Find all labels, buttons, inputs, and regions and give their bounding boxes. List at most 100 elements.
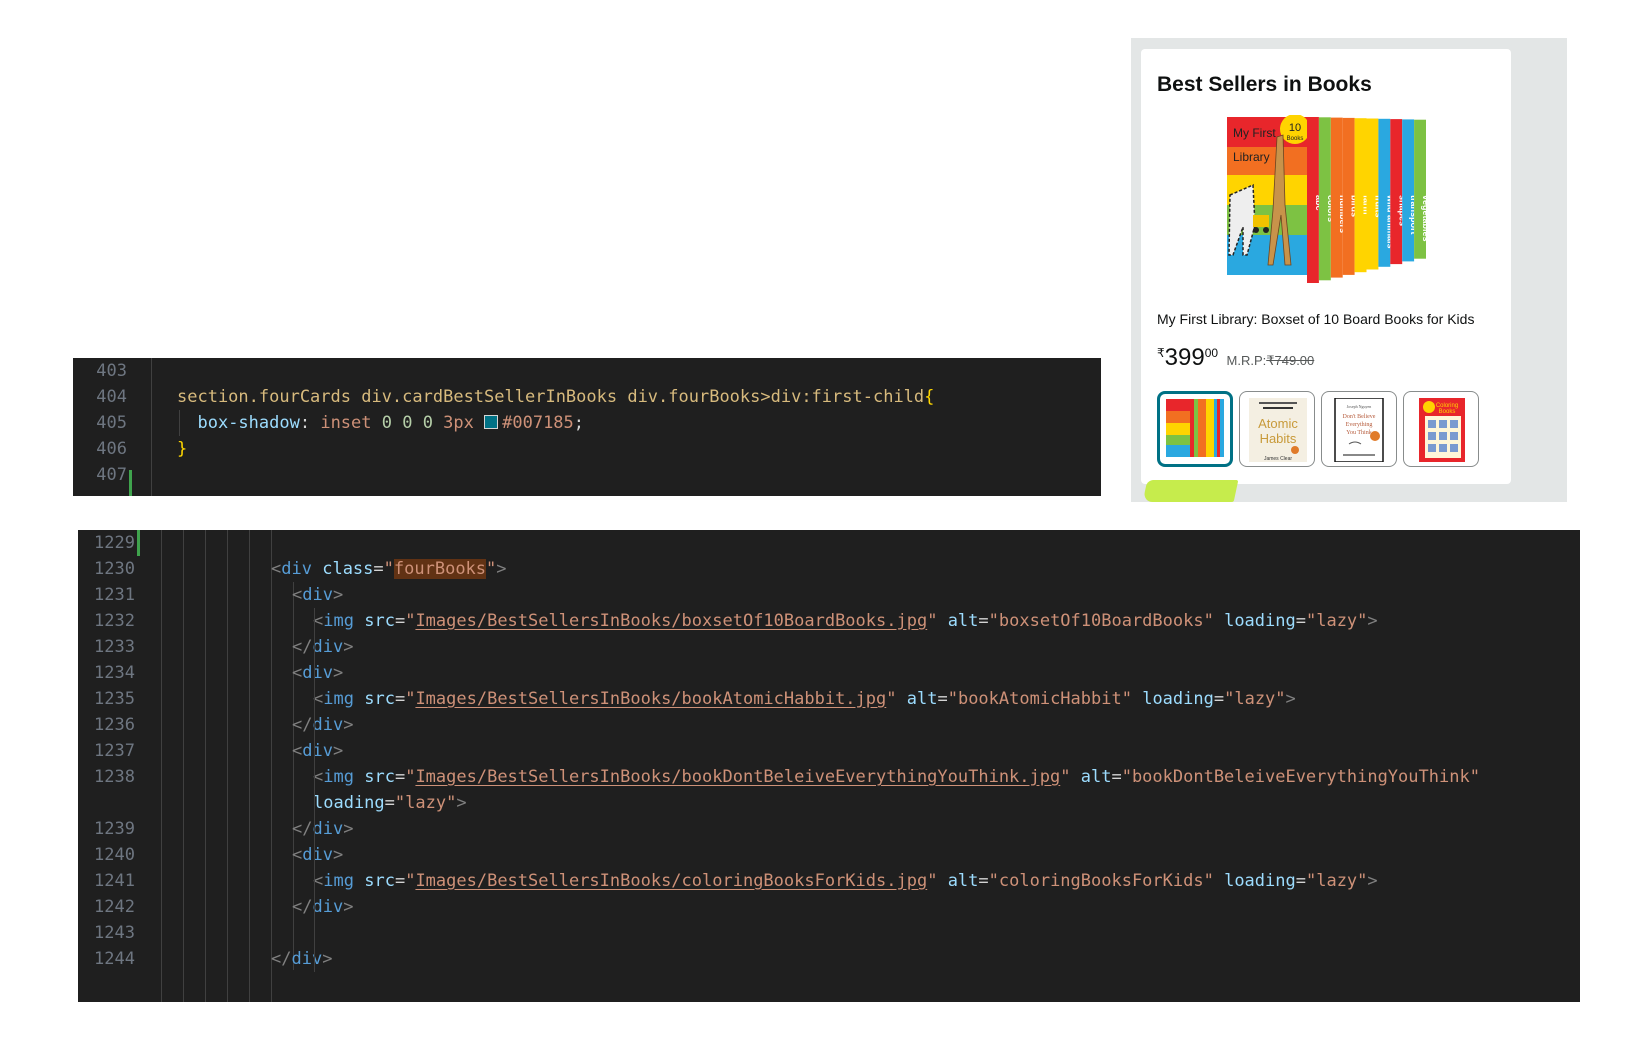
color-swatch[interactable]: [484, 414, 499, 429]
thumbnail-coloring-books-for-kids[interactable]: Coloring Books: [1403, 391, 1479, 467]
mrp: M.R.P:₹749.00: [1227, 353, 1315, 368]
line-number: 403: [96, 361, 127, 381]
code-token: =: [1111, 767, 1122, 787]
line-number: 1231: [94, 585, 135, 605]
code-token: 0 0 0: [381, 413, 444, 433]
spine-label: vegetables: [1421, 195, 1430, 242]
code-line: 403: [73, 358, 1101, 385]
code-token: =: [978, 611, 989, 631]
code-token: =: [373, 559, 384, 579]
highlighter-annotation: [1142, 480, 1239, 502]
code-text: </div>: [292, 816, 353, 843]
dont-believe-thumbnail-image: Joseph Nguyen Don't Believe Everything Y…: [1334, 398, 1384, 462]
thumbnail-dont-believe-everything-you-think[interactable]: Joseph Nguyen Don't Believe Everything Y…: [1321, 391, 1397, 467]
code-token: =: [394, 611, 406, 631]
line-number: 1238: [94, 767, 135, 787]
line-number: 1241: [94, 871, 135, 891]
svg-text:Everything: Everything: [1346, 422, 1373, 428]
code-text: loading="lazy">: [313, 790, 467, 817]
code-token: "lazy": [1224, 689, 1286, 709]
code-line: 1236 </div>: [78, 712, 1580, 739]
code-token: div: [302, 741, 333, 761]
code-token: div: [281, 559, 312, 579]
code-token: ": [405, 689, 416, 709]
code-token: >: [343, 637, 354, 657]
code-token: =: [394, 767, 406, 787]
code-token: </: [271, 949, 292, 969]
code-token: }: [177, 439, 188, 459]
line-number: 1234: [94, 663, 135, 683]
code-token: src: [364, 767, 395, 787]
code-token: div: [312, 819, 344, 839]
code-line: 1237 <div>: [78, 738, 1580, 765]
line-number: 1229: [94, 533, 135, 553]
book-spines: abccolorsnumbersbirdsfarmfruitswild anim…: [1307, 117, 1430, 283]
mrp-value: ₹749.00: [1266, 353, 1315, 368]
code-token: >: [1367, 611, 1378, 631]
code-token: </: [292, 715, 313, 735]
file-path-link[interactable]: Images/BestSellersInBooks/coloringBooksF…: [415, 871, 927, 891]
code-text: <div>: [292, 738, 343, 765]
code-text: box-shadow: inset 0 0 0 3px #007185;: [177, 410, 584, 437]
code-text: section.fourCards div.cardBestSellerInBo…: [177, 384, 934, 411]
line-number: 1230: [94, 559, 135, 579]
code-token: ": [383, 559, 394, 579]
four-books-thumbnails: Atomic Habits James Clear Joseph Nguyen …: [1157, 391, 1497, 471]
code-line: 406}: [73, 436, 1101, 463]
code-token: <: [292, 845, 303, 865]
file-path-link[interactable]: Images/BestSellersInBooks/boxsetOf10Boar…: [415, 611, 927, 631]
svg-text:10: 10: [1289, 122, 1301, 134]
atomic-habits-thumbnail-image: Atomic Habits James Clear: [1249, 398, 1307, 462]
thumbnail-boxset-of-10-board-books[interactable]: [1157, 391, 1233, 467]
code-token: <: [271, 559, 282, 579]
code-text: <div>: [292, 660, 343, 687]
code-token: 3px: [443, 413, 485, 433]
product-name[interactable]: My First Library: Boxset of 10 Board Boo…: [1157, 311, 1474, 327]
indent-guide: [314, 608, 315, 972]
code-token: div: [312, 715, 344, 735]
code-text: <img src="Images/BestSellersInBooks/book…: [313, 764, 1480, 791]
file-path-link[interactable]: Images/BestSellersInBooks/bookAtomicHabb…: [415, 689, 886, 709]
book-spine: [1366, 118, 1379, 270]
code-token: img: [323, 611, 354, 631]
code-token: >: [343, 819, 354, 839]
code-token: <: [292, 663, 303, 683]
code-token: div: [312, 897, 344, 917]
code-token: "bookAtomicHabbit": [947, 689, 1132, 709]
line-number: 1237: [94, 741, 135, 761]
code-token: ": [405, 871, 416, 891]
hero-book-image[interactable]: My First Library 10 Books abccolorsnumbe…: [1225, 115, 1430, 287]
code-token: </: [292, 897, 313, 917]
css-code-editor[interactable]: 403 404 section.fourCards div.cardBestSell…: [73, 358, 1101, 496]
code-token: </: [292, 819, 313, 839]
code-token: =: [1295, 871, 1306, 891]
cover-title-line: My First: [1233, 126, 1276, 140]
file-path-link[interactable]: Images/BestSellersInBooks/bookDontBeleiv…: [415, 767, 1060, 787]
book-front-cover: My First Library 10 Books: [1227, 115, 1310, 275]
thumbnail-atomic-habits[interactable]: Atomic Habits James Clear: [1239, 391, 1315, 467]
code-line: 1235 <img src="Images/BestSellersInBooks/…: [78, 686, 1580, 713]
book-spine: [1402, 119, 1415, 262]
code-token: >: [456, 793, 467, 813]
code-text: </div>: [292, 894, 353, 921]
code-token: ": [486, 559, 497, 579]
code-token: class: [322, 559, 374, 579]
html-code-editor[interactable]: 1229 1230 <div class="fourBooks"> 1231 <div>…: [78, 530, 1580, 1002]
line-number: 404: [96, 387, 127, 407]
code-text: </div>: [271, 946, 332, 973]
price-fraction: 00: [1204, 346, 1219, 360]
code-token: div: [291, 949, 323, 969]
code-token: src: [364, 611, 395, 631]
code-token: #007185: [502, 413, 574, 433]
code-token: >: [322, 949, 333, 969]
code-line: 1240 <div>: [78, 842, 1580, 869]
line-number: 1242: [94, 897, 135, 917]
code-token: >: [1285, 689, 1296, 709]
